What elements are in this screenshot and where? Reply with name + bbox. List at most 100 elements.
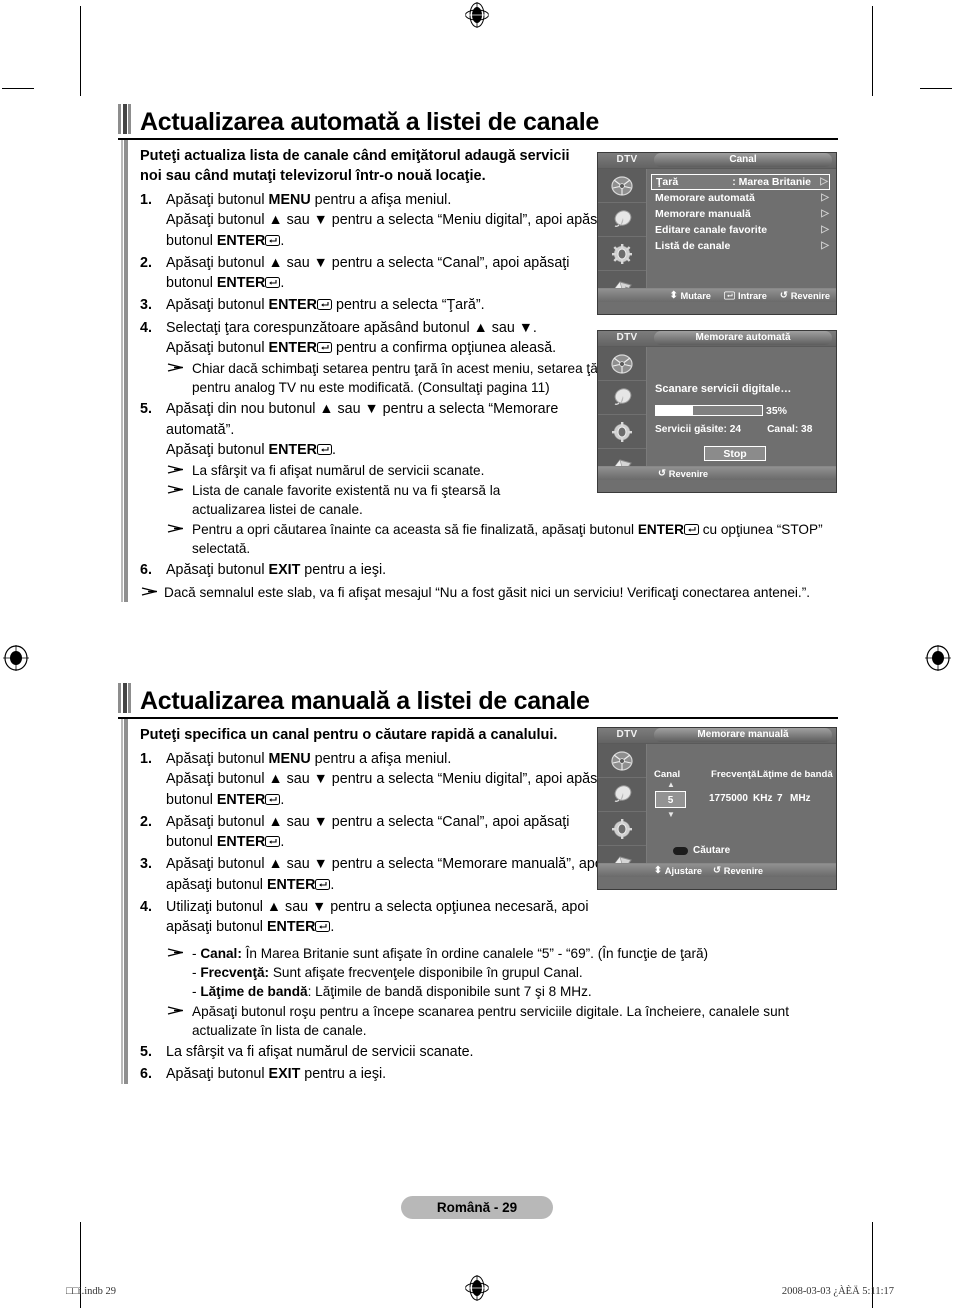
menu-item-label: Ţară xyxy=(656,176,679,188)
section-tail-note: Dacă semnalul este slab, va fi afişat me… xyxy=(140,583,838,602)
crop-mark-top-left xyxy=(80,6,81,96)
osd-channel-menu: DTV Canal Ţară: Marea Britanie ▷ Memora… xyxy=(597,152,837,315)
step-item: 6. Apăsaţi butonul EXIT pentru a ieşi. xyxy=(140,1064,838,1084)
menu-item-label: Memorare automată xyxy=(655,192,755,204)
step-number: 6. xyxy=(140,562,152,579)
sidebar-item-setup[interactable] xyxy=(598,237,646,271)
step-line: Apăsaţi butonul ▲ sau ▼ pentru a selecta… xyxy=(166,771,613,808)
sidebar-item-setup[interactable] xyxy=(598,415,646,449)
hint-move: ⬍ Mutare xyxy=(670,290,711,301)
enter-icon xyxy=(317,342,333,354)
note-text: Apăsaţi butonul roşu pentru a începe sca… xyxy=(192,1003,789,1038)
left-rule xyxy=(121,140,128,602)
header-frequency: Frecvenţă xyxy=(711,769,757,780)
osd-content: Ţară : Marea Britanie ▷ Memorare automat… xyxy=(647,169,836,302)
channel-down-arrow-icon[interactable]: ▼ xyxy=(667,810,675,819)
note-text: Chiar dacă schimbaţi setarea pentru ţară… xyxy=(192,361,609,396)
osd-topbar: DTV Memorare automată xyxy=(598,331,836,347)
enter-icon xyxy=(317,299,333,311)
bandwidth-value: 7 xyxy=(777,793,783,804)
osd-title: Canal xyxy=(654,153,832,167)
sidebar-item-setup[interactable] xyxy=(598,812,646,846)
sidebar-item-sound[interactable] xyxy=(598,778,646,812)
hint-return: ↺ Revenire xyxy=(658,468,708,479)
step-line: Selectaţi ţara corespunzătoare apăsând b… xyxy=(166,319,537,336)
chevron-right-icon: ▷ xyxy=(821,240,829,251)
sidebar-item-picture[interactable] xyxy=(598,347,646,381)
hint-label: Revenire xyxy=(668,468,709,479)
step-number: 2. xyxy=(140,254,152,271)
note-item: Lista de canale favorite existentă nu va… xyxy=(166,481,522,519)
section-lead: Puteţi specifica un canal pentru o căuta… xyxy=(140,727,558,743)
enter-icon xyxy=(723,291,735,300)
picture-fan-icon xyxy=(611,750,633,771)
sidebar-item-picture[interactable] xyxy=(598,744,646,778)
hint-return: ↺ Revenire xyxy=(713,865,763,876)
sidebar-item-picture[interactable] xyxy=(598,169,646,203)
hint-return: ↺ Revenire xyxy=(780,290,830,301)
step-number: 5. xyxy=(140,1043,152,1060)
note-arrow-icon xyxy=(167,465,183,475)
note-item: Pentru a opri căutarea înainte ca aceast… xyxy=(166,520,838,558)
chevron-right-icon: ▷ xyxy=(820,176,828,187)
osd-content: Canal Frecvenţă Lăţime de bandă ▲ ▼ 5 17… xyxy=(647,744,836,877)
menu-item-label: Listă de canale xyxy=(655,240,731,252)
stop-button[interactable]: Stop xyxy=(704,446,766,461)
step-number: 1. xyxy=(140,192,152,208)
bandwidth-unit: MHz xyxy=(790,793,811,804)
step-item: 5. La sfârşit va fi afişat numărul de se… xyxy=(140,1042,838,1062)
sidebar-item-sound[interactable] xyxy=(598,203,646,237)
print-footer-left: □□i.indb 29 xyxy=(66,1286,117,1297)
osd-sidebar xyxy=(598,347,647,480)
osd-source-label: DTV xyxy=(616,332,638,343)
channel-up-arrow-icon[interactable]: ▲ xyxy=(667,780,675,789)
menu-item-country[interactable]: Ţară : Marea Britanie ▷ xyxy=(651,174,830,190)
hint-label: Mutare xyxy=(680,290,711,301)
osd-hint-bar: ↺ Revenire xyxy=(598,466,836,480)
progress-track xyxy=(655,405,763,416)
return-icon: ↺ xyxy=(779,290,788,300)
page-footer-badge: Română - 29 xyxy=(401,1196,553,1219)
registration-mark-left-icon xyxy=(3,645,29,671)
menu-item-channel-list[interactable]: Listă de canale ▷ xyxy=(651,238,830,254)
section-lead: Puteţi actualiza lista de canale când em… xyxy=(140,148,570,184)
osd-main: Ţară : Marea Britanie ▷ Memorare automat… xyxy=(598,169,836,302)
crop-mark-side-left xyxy=(2,88,34,89)
updown-arrow-icon: ⬍ xyxy=(654,865,662,875)
step-line: Apăsaţi butonul ▲ sau ▼ pentru a selecta… xyxy=(166,254,570,292)
osd-title: Memorare manuală xyxy=(654,728,832,742)
channel-value-field[interactable]: 5 xyxy=(655,791,686,808)
search-action[interactable]: Căutare xyxy=(673,845,730,856)
osd-topbar: DTV Memorare manuală xyxy=(598,728,836,744)
crop-mark-side-right xyxy=(920,88,952,89)
menu-item-auto-store[interactable]: Memorare automată ▷ xyxy=(651,190,830,206)
crop-mark-top-right xyxy=(872,6,873,96)
red-key-icon xyxy=(673,846,688,855)
menu-item-manual-store[interactable]: Memorare manuală ▷ xyxy=(651,206,830,222)
note-item: Chiar dacă schimbaţi setarea pentru ţară… xyxy=(166,359,612,397)
step-number: 3. xyxy=(140,856,152,873)
osd-main: Scanare servicii digitale… 35% Servicii … xyxy=(598,347,836,480)
osd-source-label: DTV xyxy=(616,729,638,740)
step-line: Apăsaţi butonul ▲ sau ▼ pentru a selecta… xyxy=(166,856,606,893)
gear-icon xyxy=(612,421,632,442)
search-label: Căutare xyxy=(693,845,731,856)
manual-page: Actualizarea automată a listei de canale… xyxy=(0,0,954,1314)
sidebar-item-sound[interactable] xyxy=(598,381,646,415)
page-title: Actualizarea automată a listei de canale xyxy=(140,108,600,136)
step-line: Apăsaţi butonul ENTER pentru a selecta “… xyxy=(166,297,485,314)
enter-icon xyxy=(265,836,281,848)
osd-auto-store: DTV Memorare automată Scanare servicii d… xyxy=(597,330,837,493)
menu-item-edit-favourites[interactable]: Editare canale favorite ▷ xyxy=(651,222,830,238)
step-line: Apăsaţi butonul MENU pentru a afişa meni… xyxy=(166,751,452,767)
step-number: 1. xyxy=(140,751,152,767)
step-line: Apăsaţi butonul MENU pentru a afişa meni… xyxy=(166,192,452,208)
osd-source-label: DTV xyxy=(616,154,638,165)
menu-item-value: : Marea Britanie xyxy=(732,176,811,188)
progress-fill xyxy=(656,406,694,415)
services-found-label: Servicii găsite: 24 xyxy=(655,424,742,435)
picture-fan-icon xyxy=(611,353,633,374)
updown-arrow-icon: ⬍ xyxy=(669,290,678,300)
gear-icon xyxy=(612,818,632,839)
osd-title: Memorare automată xyxy=(654,331,832,345)
